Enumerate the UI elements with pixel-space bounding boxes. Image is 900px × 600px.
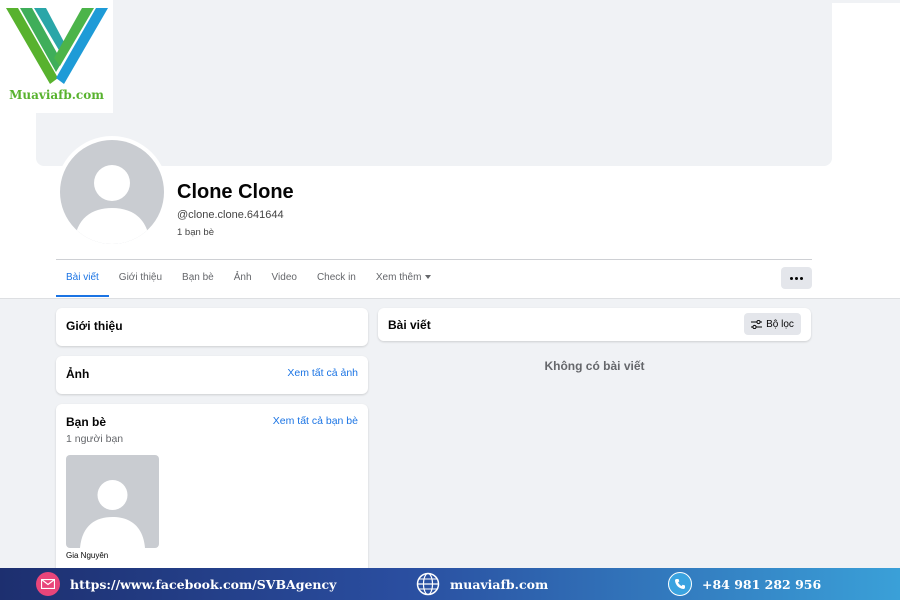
tab-more[interactable]: Xem thêm: [366, 260, 442, 297]
intro-card: Giới thiệu: [56, 308, 368, 346]
brand-logo: Muaviafb.com: [0, 0, 113, 113]
filter-button[interactable]: Bộ lọc: [744, 313, 801, 335]
footer-phone[interactable]: +84 981 282 956: [668, 568, 821, 600]
profile-name: Clone Clone: [177, 181, 294, 203]
friend-name[interactable]: Gia Nguyên: [66, 551, 108, 560]
photos-card: Ảnh Xem tất cả ảnh: [56, 356, 368, 394]
profile-tabs: Bài viết Giới thiệu Bạn bè Ảnh Video Che…: [56, 260, 441, 297]
mail-icon: [36, 572, 60, 596]
friend-photo[interactable]: [66, 455, 159, 548]
logo-text: Muaviafb.com: [9, 88, 104, 102]
profile-handle: @clone.clone.641644: [177, 209, 284, 221]
footer-website-text[interactable]: muaviafb.com: [450, 577, 548, 592]
tab-about[interactable]: Giới thiệu: [109, 260, 172, 297]
see-all-photos-link[interactable]: Xem tất cả ảnh: [287, 367, 358, 379]
profile-avatar[interactable]: [56, 136, 168, 248]
photos-title: Ảnh: [66, 367, 90, 381]
tab-posts[interactable]: Bài viết: [56, 260, 109, 297]
footer-facebook-url[interactable]: https://www.facebook.com/SVBAgency: [70, 577, 336, 592]
footer-facebook[interactable]: https://www.facebook.com/SVBAgency: [36, 568, 336, 600]
friends-title: Bạn bè: [66, 415, 107, 429]
filter-label: Bộ lọc: [766, 318, 794, 330]
posts-title: Bài viết: [388, 318, 431, 332]
no-posts-message: Không có bài viết: [544, 359, 645, 373]
intro-title: Giới thiệu: [66, 319, 123, 333]
more-dots-icon: [790, 276, 793, 280]
footer-website[interactable]: muaviafb.com: [416, 568, 548, 600]
tab-videos[interactable]: Video: [262, 260, 307, 297]
footer-banner: https://www.facebook.com/SVBAgency muavi…: [0, 568, 900, 600]
chevron-down-icon: [425, 275, 432, 280]
default-avatar-icon: [74, 165, 150, 244]
tab-check-in[interactable]: Check in: [307, 260, 366, 297]
default-avatar-icon: [80, 480, 145, 548]
logo-v-icon: [6, 8, 108, 84]
tab-photos[interactable]: Ảnh: [224, 260, 262, 297]
phone-icon: [668, 572, 692, 596]
globe-icon: [416, 572, 440, 596]
friends-subtitle: 1 người bạn: [66, 433, 124, 445]
more-options-button[interactable]: [781, 267, 812, 289]
profile-friends-count[interactable]: 1 bạn bè: [177, 227, 214, 238]
footer-phone-text[interactable]: +84 981 282 956: [702, 577, 821, 592]
filter-icon: [751, 319, 763, 329]
tab-friends[interactable]: Bạn bè: [172, 260, 224, 297]
friends-card: Bạn bè Xem tất cả bạn bè 1 người bạn Gia…: [56, 404, 368, 574]
see-all-friends-link[interactable]: Xem tất cả bạn bè: [273, 415, 358, 427]
cover-photo[interactable]: [36, 0, 832, 166]
